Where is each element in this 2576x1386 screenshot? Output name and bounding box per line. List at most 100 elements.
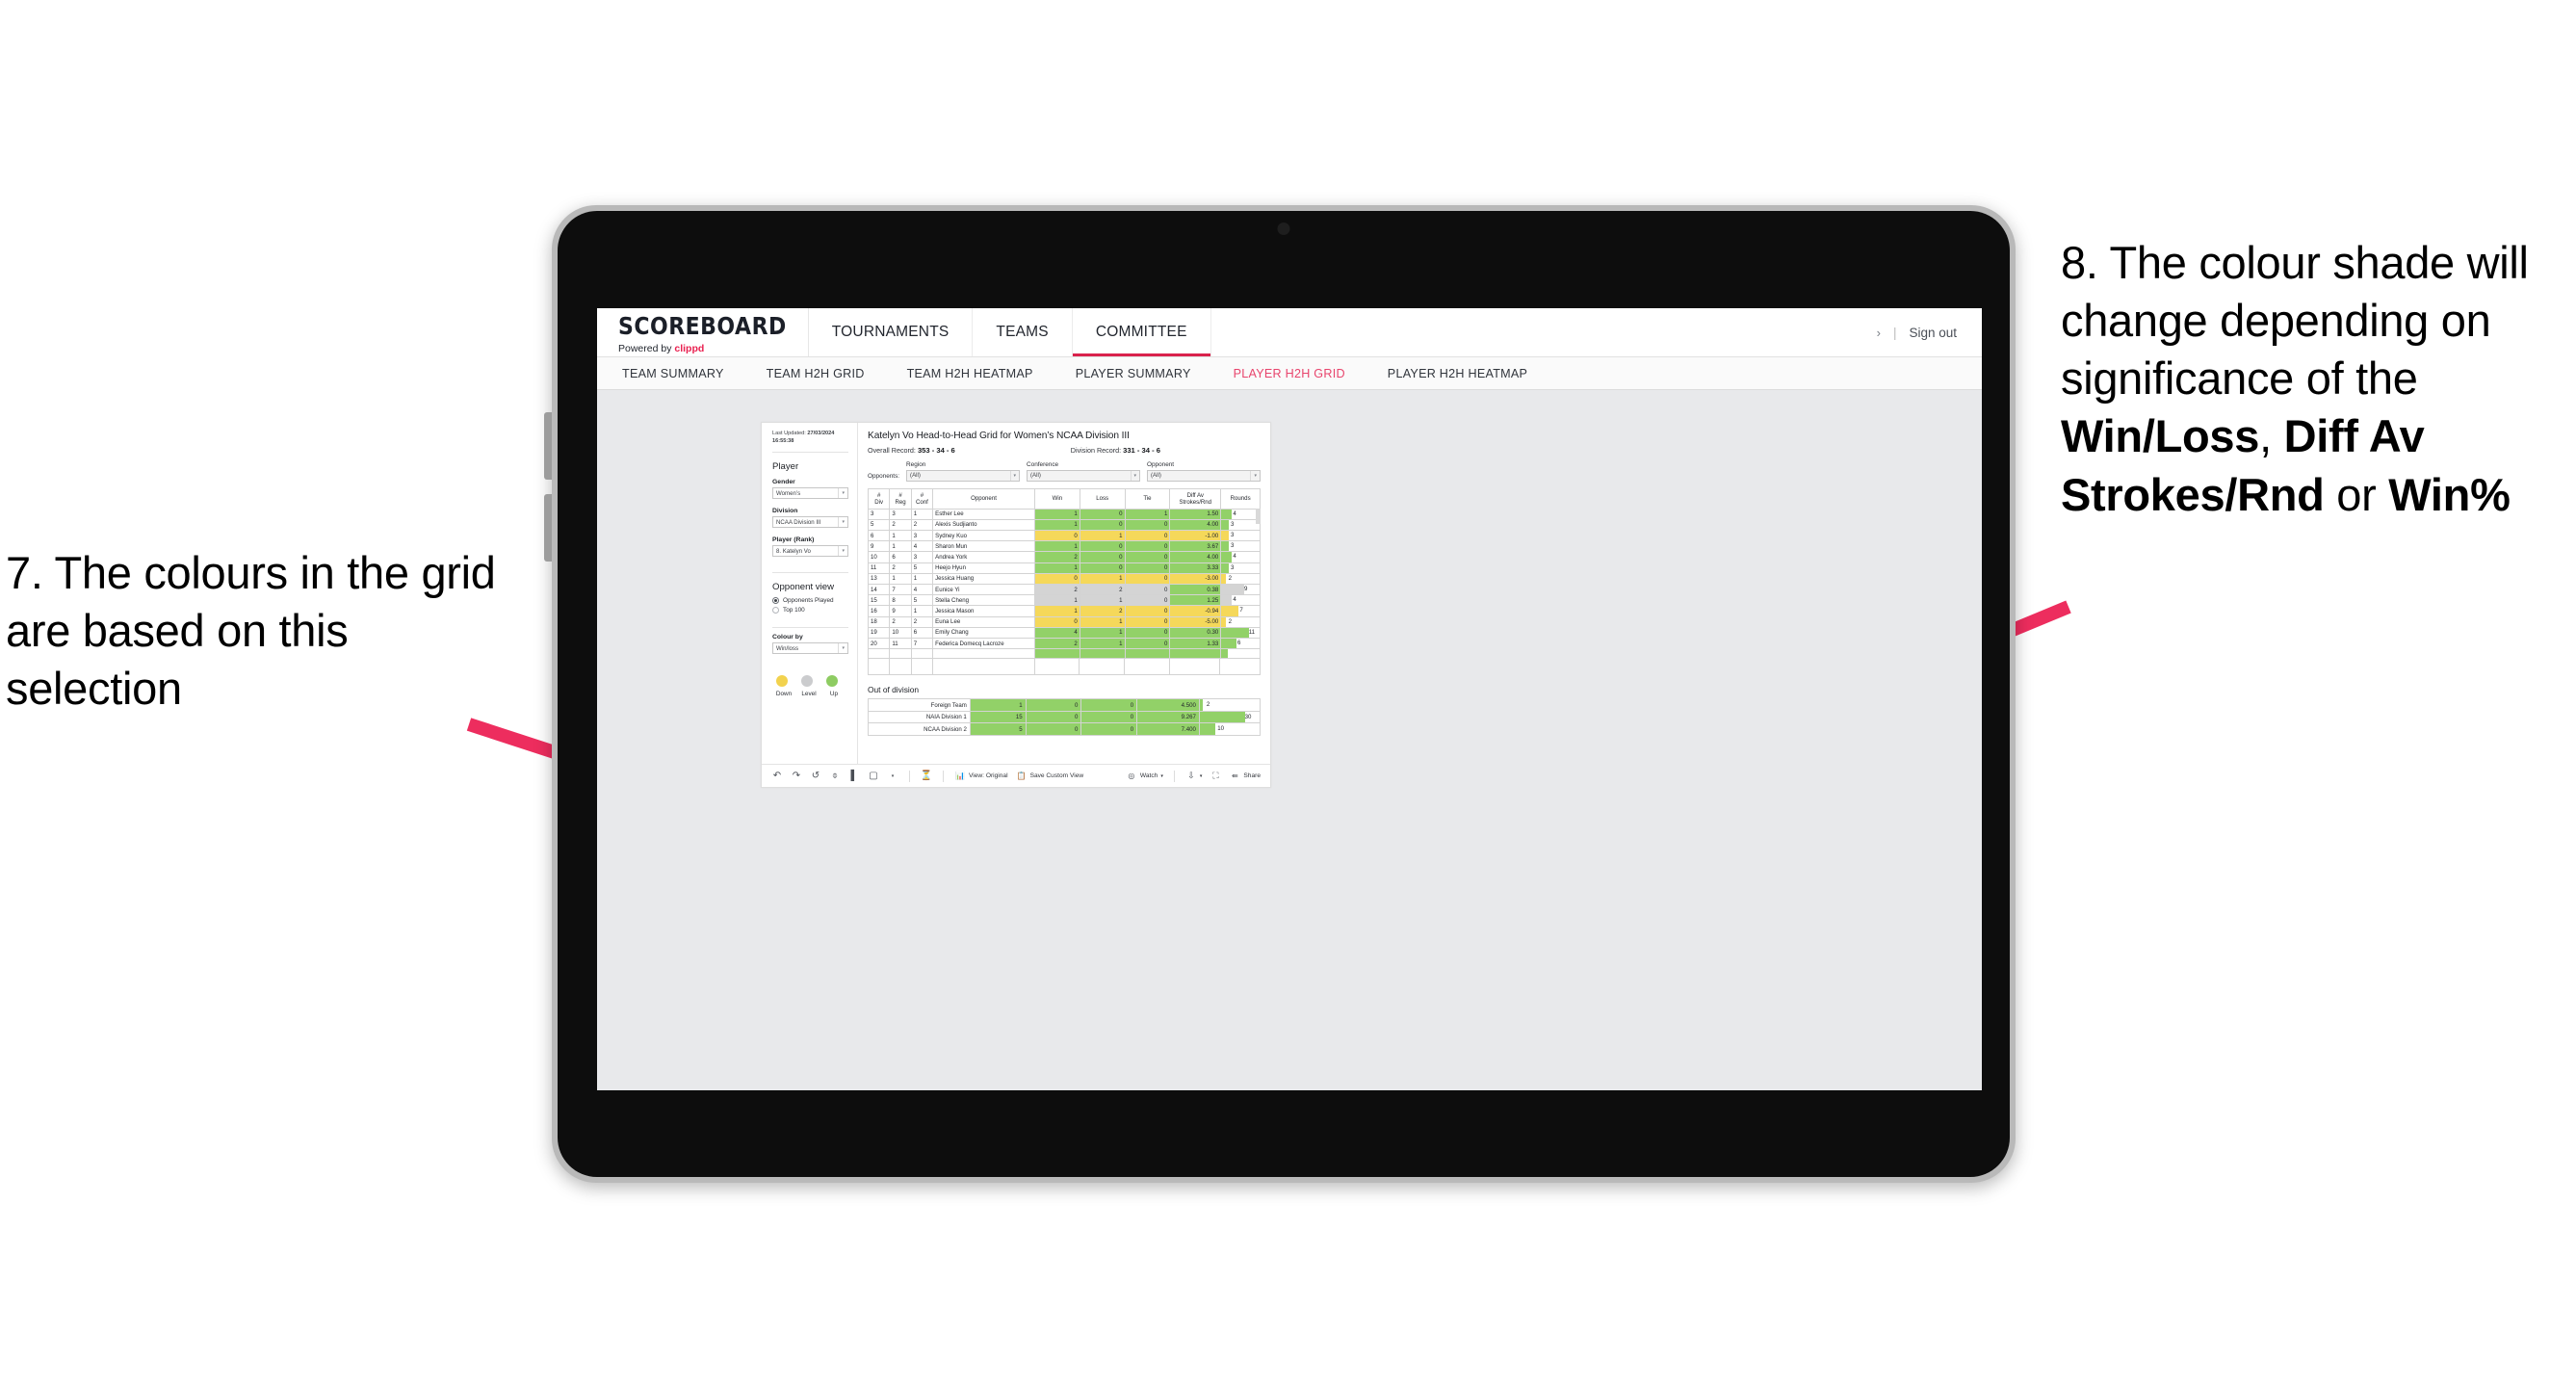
subnav-player-h2h-grid[interactable]: PLAYER H2H GRID — [1212, 367, 1366, 380]
pause-icon[interactable]: ▌ — [848, 771, 860, 781]
viz-main: Katelyn Vo Head-to-Head Grid for Women’s… — [858, 423, 1270, 764]
cell-opponent: Heejo Hyun — [932, 562, 1035, 574]
subnav-player-h2h-heatmap[interactable]: PLAYER H2H HEATMAP — [1366, 367, 1548, 380]
chevron-down-icon[interactable]: ▾ — [887, 773, 898, 779]
download-button[interactable]: ⇩ ▾ — [1185, 771, 1203, 781]
annotation-8: 8. The colour shade will change dependin… — [2061, 234, 2571, 524]
refresh-icon[interactable]: ⌽ — [829, 771, 841, 781]
table-row[interactable]: 6 1 3 Sydney Kuo 0 1 0 -1.00 3 — [867, 529, 1261, 542]
player-rank-select[interactable]: 8. Katelyn Vo ▾ — [772, 545, 848, 558]
undo-icon[interactable]: ↶ — [771, 771, 783, 781]
table-row[interactable]: 14 7 4 Eunice Yi 2 2 0 0.38 9 — [867, 583, 1261, 596]
subnav-team-summary[interactable]: TEAM SUMMARY — [622, 367, 745, 380]
chevron-down-icon[interactable]: ▾ — [1250, 470, 1257, 481]
view-original-button[interactable]: 📊 View: Original — [954, 771, 1008, 780]
save-custom-view-button[interactable]: 📋 Save Custom View — [1016, 771, 1084, 780]
table-row[interactable]: 18 2 2 Euna Lee 0 1 0 -5.00 2 — [867, 615, 1261, 628]
cell-opponent: Stella Cheng — [932, 594, 1035, 607]
volume-down-button[interactable] — [544, 494, 552, 562]
table-row[interactable]: 9 1 4 Sharon Mun 1 0 0 3.67 3 — [867, 540, 1261, 553]
chevron-down-icon[interactable]: ▾ — [1200, 773, 1203, 779]
logo[interactable]: SCOREBOARD Powered by clippd — [597, 308, 809, 356]
opponent-value: (All) — [1151, 472, 1161, 479]
chevron-down-icon[interactable]: ▾ — [838, 546, 845, 557]
cell-div: 3 — [867, 508, 891, 520]
opponent-select[interactable]: (All) ▾ — [1147, 469, 1261, 482]
cell-loss: 0 — [1079, 540, 1126, 553]
chevron-down-icon[interactable]: ▾ — [838, 517, 845, 528]
cell-diff: 1.25 — [1169, 594, 1222, 607]
share-button[interactable]: ⇚ Share — [1229, 771, 1261, 780]
cell-div: 10 — [867, 551, 891, 563]
region-select[interactable]: (All) ▾ — [906, 469, 1021, 482]
table-row[interactable]: 16 9 1 Jessica Mason 1 2 0 -0.94 7 — [867, 605, 1261, 617]
table-row[interactable]: 15 8 5 Stella Cheng 1 1 0 1.25 4 — [867, 594, 1261, 607]
chevron-down-icon[interactable]: ▾ — [1160, 773, 1163, 779]
ood-row[interactable]: NAIA Division 1 15 0 0 9.267 30 — [868, 710, 1262, 724]
opponent-filters: Opponents: Region (All) ▾ Conference (Al… — [868, 461, 1261, 482]
opponent-filter: Opponent (All) ▾ — [1147, 461, 1261, 482]
cell-tie: 0 — [1124, 637, 1171, 650]
tablet-screen-bezel: SCOREBOARD Powered by clippd TOURNAMENTS… — [558, 211, 2010, 1177]
volume-up-button[interactable] — [544, 412, 552, 480]
radio-opponents-played[interactable]: Opponents Played — [772, 597, 848, 605]
primary-nav: TOURNAMENTS TEAMS COMMITTEE — [809, 308, 1211, 356]
cell-reg: 10 — [889, 626, 912, 639]
nav-tournaments[interactable]: TOURNAMENTS — [809, 308, 974, 356]
subnav-player-summary[interactable]: PLAYER SUMMARY — [1054, 367, 1212, 380]
ood-row[interactable]: NCAA Division 2 5 0 0 7.400 10 — [868, 722, 1262, 736]
cell-conf: 3 — [910, 551, 934, 563]
ood-cell-diff: 9.267 — [1136, 710, 1200, 724]
conference-select[interactable]: (All) ▾ — [1027, 469, 1141, 482]
table-row[interactable]: 11 2 5 Heejo Hyun 1 0 0 3.33 3 — [867, 562, 1261, 574]
revert-icon[interactable]: ↺ — [810, 771, 821, 781]
vertical-scrollbar[interactable] — [1256, 508, 1261, 524]
cell-conf: 3 — [910, 529, 934, 542]
view-icon: 📊 — [955, 771, 965, 780]
chevron-down-icon[interactable]: ▾ — [838, 488, 845, 499]
chevron-down-icon[interactable]: ▾ — [1009, 470, 1016, 481]
view-shape-icon[interactable]: ▢ — [868, 771, 879, 781]
nav-committee[interactable]: COMMITTEE — [1072, 308, 1211, 356]
logo-wordmark: SCOREBOARD — [618, 313, 787, 341]
nav-teams[interactable]: TEAMS — [973, 308, 1073, 356]
table-row[interactable]: 10 6 3 Andrea York 2 0 0 4.00 4 — [867, 551, 1261, 563]
column-header-2: # Conf — [910, 487, 934, 510]
cell-loss: 1 — [1079, 626, 1126, 639]
radio-top-100[interactable]: Top 100 — [772, 606, 848, 614]
toolbar-divider-1 — [909, 770, 910, 782]
table-row[interactable]: 20 11 7 Federica Domecq Lacroze 2 1 0 1.33 6 — [867, 637, 1261, 650]
ood-cell-name: Foreign Team — [868, 698, 971, 712]
region-filter: Region (All) ▾ — [906, 461, 1021, 482]
subnav-team-h2h-grid[interactable]: TEAM H2H GRID — [745, 367, 886, 380]
colour-by-select[interactable]: Win/loss ▾ — [772, 642, 848, 655]
cell-loss: 2 — [1079, 583, 1126, 596]
cell-tie: 0 — [1124, 583, 1171, 596]
cell-reg: 1 — [889, 572, 912, 585]
column-header-7: Diff Av Strokes/Rnd — [1169, 487, 1222, 510]
division-select[interactable]: NCAA Division III ▾ — [772, 516, 848, 529]
table-row[interactable]: 3 3 1 Esther Lee 1 0 1 1.50 4 — [867, 508, 1261, 520]
subnav-team-h2h-heatmap[interactable]: TEAM H2H HEATMAP — [886, 367, 1054, 380]
chevron-down-icon[interactable]: ▾ — [1130, 470, 1136, 481]
cell-opponent: Emily Chang — [932, 626, 1035, 639]
redo-icon[interactable]: ↷ — [791, 771, 802, 781]
sign-out-link[interactable]: Sign out — [1909, 326, 1957, 340]
table-row[interactable]: 13 1 1 Jessica Huang 0 1 0 -3.00 2 — [867, 572, 1261, 585]
gender-select[interactable]: Women’s ▾ — [772, 487, 848, 500]
cell-tie: 0 — [1124, 626, 1171, 639]
fullscreen-icon[interactable]: ⛶ — [1210, 771, 1221, 781]
ood-row[interactable]: Foreign Team 1 0 0 4.500 2 — [868, 698, 1262, 712]
cell-conf: 4 — [910, 540, 934, 553]
cell-win: 1 — [1033, 518, 1080, 531]
chevron-down-icon[interactable]: ▾ — [838, 643, 845, 654]
alerts-icon[interactable]: ⏳ — [921, 771, 932, 781]
cell-win: 1 — [1033, 540, 1080, 553]
table-row[interactable]: 5 2 2 Alexis Sudjianto 1 0 0 4.00 3 — [867, 518, 1261, 531]
watch-button[interactable]: ◎ Watch ▾ — [1126, 771, 1163, 780]
header-divider: | — [1892, 325, 1897, 340]
table-row[interactable]: 19 10 6 Emily Chang 4 1 0 0.30 11 — [867, 626, 1261, 639]
cell-opponent: Andrea York — [932, 551, 1035, 563]
cell-rounds: 4 — [1220, 594, 1261, 607]
chevron-right-icon[interactable]: › — [1877, 326, 1881, 340]
